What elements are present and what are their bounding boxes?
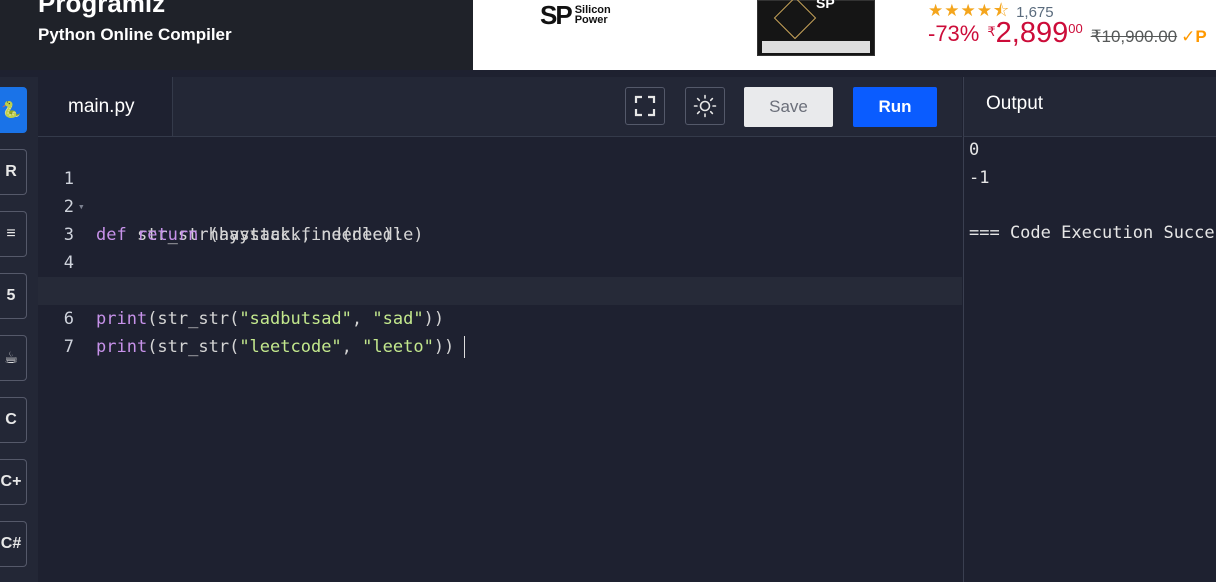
line-number: 7	[63, 337, 74, 357]
csharp-icon[interactable]: C#	[0, 521, 27, 567]
code-line[interactable]: 5 print(str_str("sadbutsad", "sad"))	[38, 249, 962, 329]
fullscreen-button[interactable]	[625, 87, 665, 125]
brand-title[interactable]: Programiz	[38, 0, 165, 19]
cpp-icon[interactable]: C+	[0, 459, 27, 505]
output-console[interactable]: 0 -1 === Code Execution Successful ===	[963, 137, 1216, 582]
language-sidebar: 🐍 R ≡ 5 ☕ C C+ C#	[0, 77, 39, 582]
price-fraction: 00	[1068, 21, 1083, 36]
code-line[interactable]: 3	[38, 193, 962, 245]
file-tab-main[interactable]: main.py	[38, 77, 173, 136]
brand-area: Programiz Python Online Compiler	[0, 0, 473, 70]
currency-symbol: ₹	[987, 24, 996, 39]
code-line[interactable]: 7	[38, 305, 962, 357]
run-button[interactable]: Run	[853, 87, 937, 127]
product-badge: SP	[816, 0, 835, 11]
code-line[interactable]: 1 ▾ def str_str(haystack, needle):	[38, 137, 962, 245]
text-cursor	[464, 336, 466, 358]
product-label	[762, 41, 870, 53]
java-icon[interactable]: ☕	[0, 335, 27, 381]
save-button[interactable]: Save	[744, 87, 833, 127]
product-hex-graphic	[773, 0, 817, 40]
code-text: print(str_str("leetcode", "leeto"))	[96, 333, 466, 361]
price-row[interactable]: -73% ₹ 2,899 00 ₹10,900.00 ✓P	[928, 17, 1207, 50]
original-price: ₹10,900.00	[1090, 27, 1178, 46]
code-editor[interactable]: 1 ▾ def str_str(haystack, needle): 2 ret…	[38, 137, 962, 582]
python-icon[interactable]: 🐍	[0, 87, 27, 133]
sp-logo-text: Silicon Power	[574, 5, 611, 26]
code-line[interactable]: 4	[38, 221, 962, 273]
discount-percent: -73%	[928, 21, 980, 46]
html5-icon[interactable]: 5	[0, 273, 27, 319]
code-text-content: print(str_str("leetcode", "leeto"))	[96, 337, 455, 357]
code-line[interactable]: 2 return haystack.find(needle)	[38, 165, 962, 245]
sql-database-icon[interactable]: ≡	[0, 211, 27, 257]
output-line: 0	[969, 140, 980, 160]
sun-icon	[693, 94, 717, 118]
c-language-icon[interactable]: C	[0, 397, 27, 443]
editor-toolbar: main.py Save Run	[38, 77, 962, 137]
price: 2,899	[995, 17, 1069, 49]
brand-subtitle: Python Online Compiler	[38, 25, 232, 44]
r-language-icon[interactable]: R	[0, 149, 27, 195]
sp-logo-line-2: Power	[574, 14, 608, 26]
output-title: Output	[986, 93, 1044, 114]
output-header: Output	[963, 77, 1216, 137]
product-image[interactable]: SP	[757, 0, 875, 56]
theme-toggle-button[interactable]	[685, 87, 725, 125]
code-line-active[interactable]: 6 print(str_str("leetcode", "leeto"))	[38, 277, 962, 358]
sp-logo-mark: SP	[540, 0, 573, 30]
fullscreen-icon	[634, 95, 656, 117]
silicon-power-logo[interactable]: SP Silicon Power	[540, 0, 611, 30]
prime-badge: ✓P	[1181, 27, 1207, 46]
output-line: === Code Execution Successful ===	[969, 223, 1216, 243]
output-line: -1	[969, 168, 990, 188]
